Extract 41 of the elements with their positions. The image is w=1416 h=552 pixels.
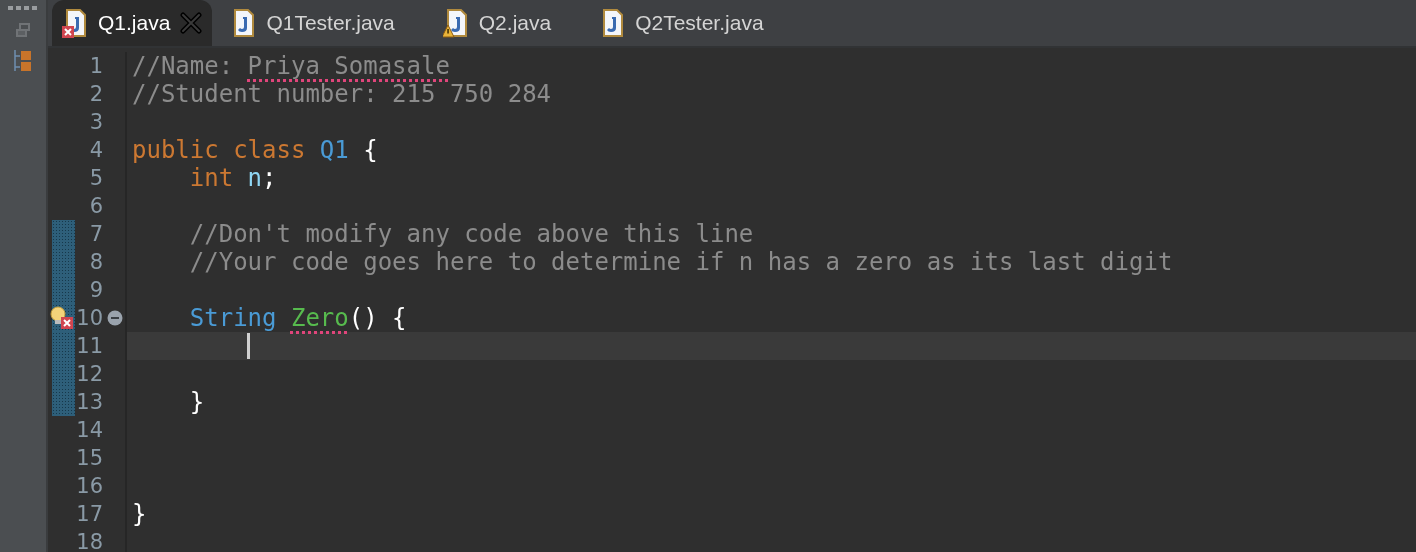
line-number: 10 bbox=[76, 305, 103, 332]
code-line: int n; bbox=[188, 164, 277, 192]
line-number: 9 bbox=[89, 277, 103, 304]
editor-tab[interactable]: Q2.java bbox=[432, 0, 562, 46]
code-line: String Zero() { bbox=[188, 304, 407, 332]
change-marker bbox=[52, 220, 75, 248]
line-number: 6 bbox=[89, 193, 103, 220]
line-number: 11 bbox=[76, 333, 103, 360]
line-number: 5 bbox=[89, 165, 103, 192]
line-number: 16 bbox=[76, 473, 103, 500]
line-number: 4 bbox=[89, 137, 103, 164]
change-marker bbox=[52, 388, 75, 416]
close-icon[interactable] bbox=[180, 12, 203, 34]
code-line: //Your code goes here to determine if n has a zero as its last digit bbox=[188, 248, 1173, 276]
change-marker bbox=[52, 332, 75, 360]
line-number: 18 bbox=[76, 529, 103, 552]
line-number: 7 bbox=[89, 221, 103, 248]
restore-icon[interactable] bbox=[16, 23, 30, 37]
quick-fix-error-icon[interactable] bbox=[50, 306, 74, 330]
code-line: } bbox=[188, 388, 205, 416]
code-line: //Student number: 215 750 284 bbox=[132, 80, 552, 108]
line-number: 8 bbox=[89, 249, 103, 276]
code-line: public class Q1 { bbox=[132, 136, 378, 164]
grip-icon[interactable] bbox=[8, 6, 38, 11]
change-marker bbox=[52, 276, 75, 304]
code-line: //Name: Priya Somasale bbox=[132, 52, 450, 80]
editor-tab[interactable]: Q2Tester.java bbox=[589, 0, 774, 46]
line-number: 2 bbox=[89, 81, 103, 108]
outline-icon[interactable] bbox=[13, 49, 33, 73]
line-number: 15 bbox=[76, 445, 103, 472]
line-number: 13 bbox=[76, 389, 103, 416]
line-number: 1 bbox=[89, 53, 103, 80]
line-number: 3 bbox=[89, 109, 103, 136]
line-number: 12 bbox=[76, 361, 103, 388]
editor-tab[interactable]: Q1Tester.java bbox=[220, 0, 405, 46]
code-line: //Don't modify any code above this line bbox=[188, 220, 754, 248]
line-number: 14 bbox=[76, 417, 103, 444]
editor-tab[interactable]: Q1.java bbox=[52, 0, 213, 46]
line-number: 17 bbox=[76, 501, 103, 528]
code-line: } bbox=[132, 500, 147, 528]
collapse-icon[interactable] bbox=[107, 310, 123, 326]
